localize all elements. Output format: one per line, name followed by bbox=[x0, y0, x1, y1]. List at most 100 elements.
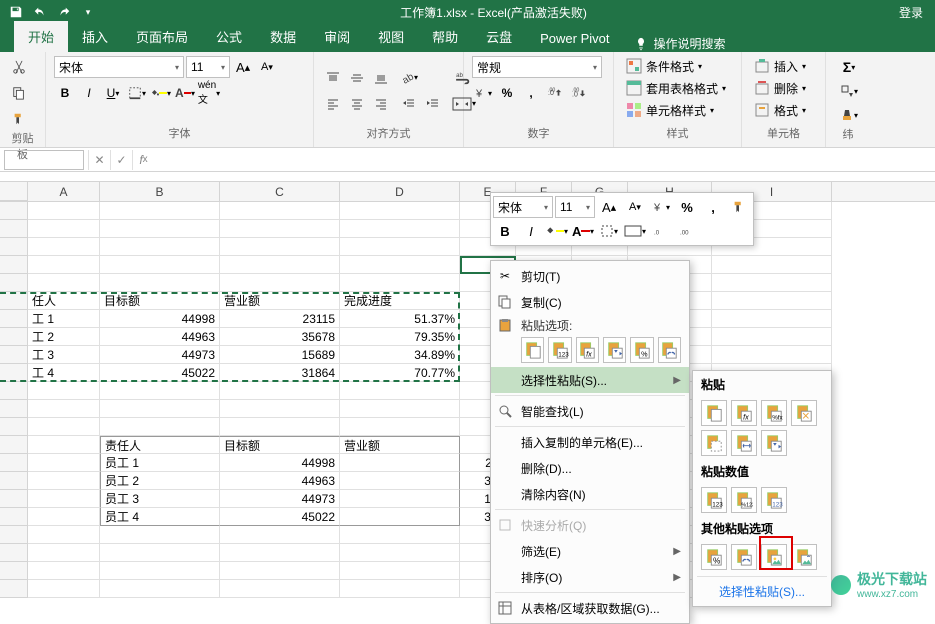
row-header-3[interactable] bbox=[0, 238, 28, 256]
row-header-8[interactable] bbox=[0, 328, 28, 346]
row-header-18[interactable] bbox=[0, 508, 28, 526]
paste-formatting-icon[interactable]: % bbox=[630, 337, 653, 363]
cell-D18[interactable] bbox=[340, 508, 460, 526]
paste-values-icon[interactable]: 123 bbox=[548, 337, 571, 363]
cell-A9[interactable]: 工 3 bbox=[28, 346, 100, 364]
col-header-D[interactable]: D bbox=[340, 182, 460, 201]
cell-A16[interactable] bbox=[28, 472, 100, 490]
cell-styles-button[interactable]: 单元格样式 ▾ bbox=[622, 100, 733, 120]
redo-icon[interactable] bbox=[56, 4, 72, 20]
cell-D1[interactable] bbox=[340, 202, 460, 220]
tab-insert[interactable]: 插入 bbox=[68, 21, 122, 52]
sub-paste-transpose[interactable] bbox=[761, 430, 787, 456]
row-header-10[interactable] bbox=[0, 364, 28, 382]
cell-B9[interactable]: 44973 bbox=[100, 346, 220, 364]
cell-D8[interactable]: 79.35% bbox=[340, 328, 460, 346]
align-bottom-button[interactable] bbox=[370, 67, 392, 89]
sub-paste-special-link[interactable]: 选择性粘贴(S)... bbox=[693, 579, 831, 604]
ctx-clear[interactable]: 清除内容(N) bbox=[491, 481, 689, 507]
cell-A10[interactable]: 工 4 bbox=[28, 364, 100, 382]
cell-B11[interactable] bbox=[100, 382, 220, 400]
insert-cells-button[interactable]: 插入 ▾ bbox=[750, 56, 817, 76]
format-painter-button[interactable] bbox=[8, 108, 30, 130]
sub-paste-values-number[interactable]: %123 bbox=[731, 487, 757, 513]
cell-B21[interactable] bbox=[100, 562, 220, 580]
cell-C22[interactable] bbox=[220, 580, 340, 598]
cell-A22[interactable] bbox=[28, 580, 100, 598]
cell-A1[interactable] bbox=[28, 202, 100, 220]
cell-A13[interactable] bbox=[28, 418, 100, 436]
bold-button[interactable]: B bbox=[54, 82, 76, 104]
paste-formulas-icon[interactable]: fx bbox=[576, 337, 599, 363]
align-middle-button[interactable] bbox=[346, 67, 368, 89]
decrease-indent-button[interactable] bbox=[398, 93, 420, 115]
mini-increase-font[interactable]: A▴ bbox=[597, 196, 621, 218]
cell-D5[interactable] bbox=[340, 274, 460, 292]
border-button[interactable]: ▾ bbox=[126, 82, 148, 104]
cell-C12[interactable] bbox=[220, 400, 340, 418]
ctx-copy[interactable]: 复制(C) bbox=[491, 289, 689, 315]
cell-C4[interactable] bbox=[220, 256, 340, 274]
fill-color-button[interactable]: ▾ bbox=[150, 82, 172, 104]
cell-D11[interactable] bbox=[340, 382, 460, 400]
cell-A17[interactable] bbox=[28, 490, 100, 508]
row-header-21[interactable] bbox=[0, 562, 28, 580]
format-cells-button[interactable]: 格式 ▾ bbox=[750, 100, 817, 120]
cell-B8[interactable]: 44963 bbox=[100, 328, 220, 346]
ctx-paste-special[interactable]: 选择性粘贴(S)...▶ bbox=[491, 367, 689, 393]
ctx-filter[interactable]: 筛选(E)▶ bbox=[491, 538, 689, 564]
align-right-button[interactable] bbox=[370, 93, 392, 115]
cell-C16[interactable]: 44963 bbox=[220, 472, 340, 490]
mini-increase-decimal[interactable]: .00 bbox=[675, 220, 699, 242]
cell-A3[interactable] bbox=[28, 238, 100, 256]
cell-C14[interactable]: 目标额 bbox=[220, 436, 340, 454]
conditional-format-button[interactable]: 条件格式 ▾ bbox=[622, 56, 733, 76]
tab-powerpivot[interactable]: Power Pivot bbox=[526, 25, 623, 52]
delete-cells-button[interactable]: 删除 ▾ bbox=[750, 78, 817, 98]
cell-B15[interactable]: 员工 1 bbox=[100, 454, 220, 472]
accounting-format-button[interactable]: ¥▾ bbox=[472, 82, 494, 104]
row-header-19[interactable] bbox=[0, 526, 28, 544]
cell-C2[interactable] bbox=[220, 220, 340, 238]
tab-data[interactable]: 数据 bbox=[256, 21, 310, 52]
sub-paste-all[interactable] bbox=[701, 400, 727, 426]
mini-format-painter[interactable] bbox=[727, 196, 751, 218]
align-top-button[interactable] bbox=[322, 67, 344, 89]
row-header-4[interactable] bbox=[0, 256, 28, 274]
name-box[interactable] bbox=[4, 150, 84, 170]
sub-paste-values[interactable]: 123 bbox=[701, 487, 727, 513]
mini-comma[interactable]: , bbox=[701, 196, 725, 218]
mini-font-size[interactable]: 11▾ bbox=[555, 196, 595, 218]
fx-button[interactable]: fx bbox=[132, 150, 154, 170]
font-size-combo[interactable]: 11▾ bbox=[186, 56, 230, 78]
row-header-9[interactable] bbox=[0, 346, 28, 364]
col-header-A[interactable]: A bbox=[28, 182, 100, 201]
paste-all-icon[interactable] bbox=[521, 337, 544, 363]
orientation-button[interactable]: ab▾ bbox=[398, 67, 420, 89]
underline-button[interactable]: U ▾ bbox=[102, 82, 124, 104]
number-format-combo[interactable]: 常规▾ bbox=[472, 56, 602, 78]
cell-D21[interactable] bbox=[340, 562, 460, 580]
tab-home[interactable]: 开始 bbox=[14, 21, 68, 52]
cell-D10[interactable]: 70.77% bbox=[340, 364, 460, 382]
cell-B10[interactable]: 45022 bbox=[100, 364, 220, 382]
ctx-cut[interactable]: ✂剪切(T) bbox=[491, 263, 689, 289]
ctx-smart-lookup[interactable]: 智能查找(L) bbox=[491, 398, 689, 424]
row-header-16[interactable] bbox=[0, 472, 28, 490]
decrease-font-button[interactable]: A▾ bbox=[256, 56, 278, 78]
cell-A6[interactable]: 任人 bbox=[28, 292, 100, 310]
cell-I8[interactable] bbox=[712, 328, 832, 346]
sub-paste-column-width[interactable] bbox=[731, 430, 757, 456]
percent-format-button[interactable]: % bbox=[496, 82, 518, 104]
italic-button[interactable]: I bbox=[78, 82, 100, 104]
cell-A8[interactable]: 工 2 bbox=[28, 328, 100, 346]
cell-B1[interactable] bbox=[100, 202, 220, 220]
cell-C5[interactable] bbox=[220, 274, 340, 292]
cell-B3[interactable] bbox=[100, 238, 220, 256]
sub-paste-formulas-number[interactable]: %fx bbox=[761, 400, 787, 426]
cell-D22[interactable] bbox=[340, 580, 460, 598]
cell-A2[interactable] bbox=[28, 220, 100, 238]
cell-C9[interactable]: 15689 bbox=[220, 346, 340, 364]
cut-button[interactable] bbox=[8, 56, 30, 78]
cell-B17[interactable]: 员工 3 bbox=[100, 490, 220, 508]
